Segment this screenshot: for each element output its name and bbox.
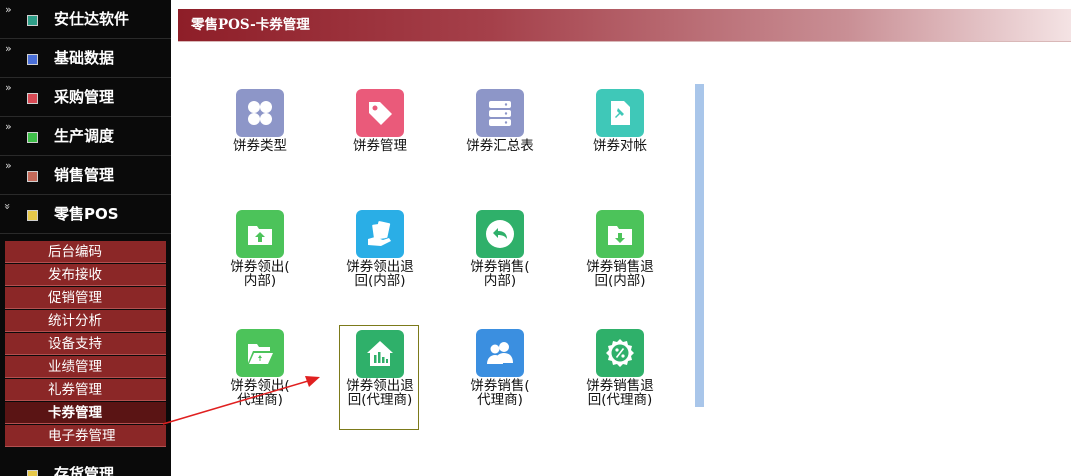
tile-label: 饼券类型 bbox=[233, 138, 287, 154]
tile-issue-agent[interactable]: 饼券领出( 代理商) bbox=[220, 326, 300, 430]
data-icon bbox=[27, 54, 38, 65]
chevron-down-icon: » bbox=[0, 203, 14, 210]
nav-group-label: 存货管理 bbox=[54, 465, 115, 476]
tile-issue-return-internal[interactable]: 饼券领出退 回(内部) bbox=[340, 207, 420, 311]
tile-sale-return-agent[interactable]: 饼券销售退 回(代理商) bbox=[580, 326, 660, 430]
tile-voucher-summary[interactable]: 饼券汇总表 bbox=[460, 86, 540, 190]
nav-group-basic-data[interactable]: » 基础数据 bbox=[0, 39, 171, 78]
nav-group-label: 零售POS bbox=[54, 205, 119, 223]
tile-label: 饼券对帐 bbox=[593, 138, 647, 154]
tile-voucher-type[interactable]: 饼券类型 bbox=[220, 86, 300, 190]
tile-sale-return-internal[interactable]: 饼券销售退 回(内部) bbox=[580, 207, 660, 311]
nav-group-purchase[interactable]: » 采购管理 bbox=[0, 78, 171, 117]
tile-label: 饼券领出( 内部) bbox=[230, 259, 290, 289]
tile-label: 饼券销售退 回(内部) bbox=[586, 259, 654, 289]
sidebar: » 安仕达软件 » 基础数据 » 采购管理 » 生产调度 » 销售管理 » 零售… bbox=[0, 0, 171, 476]
users-icon bbox=[476, 329, 524, 377]
folder-open-icon bbox=[236, 329, 284, 377]
nav-group-inventory[interactable]: 存货管理 bbox=[0, 462, 171, 476]
submenu-item-performance[interactable]: 业绩管理 bbox=[5, 356, 166, 378]
tile-issue-internal[interactable]: 饼券领出( 内部) bbox=[220, 207, 300, 311]
folder-download-icon bbox=[596, 210, 644, 258]
chevron-icon: » bbox=[5, 3, 12, 16]
nav-group-label: 销售管理 bbox=[54, 166, 115, 184]
nav-group-label: 采购管理 bbox=[54, 88, 115, 106]
tile-issue-return-agent[interactable]: 饼券领出退 回(代理商) bbox=[339, 325, 419, 430]
chevron-icon: » bbox=[5, 159, 12, 172]
nav-group-label: 安仕达软件 bbox=[54, 10, 130, 28]
tile-label: 饼券销售退 回(代理商) bbox=[586, 378, 654, 408]
tile-voucher-management[interactable]: 饼券管理 bbox=[340, 86, 420, 190]
folder-upload-icon bbox=[236, 210, 284, 258]
nav-group-company[interactable]: » 安仕达软件 bbox=[0, 0, 171, 39]
submenu-item-gift-voucher[interactable]: 礼券管理 bbox=[5, 379, 166, 401]
pos-icon bbox=[27, 210, 38, 221]
tickets-hand-icon bbox=[356, 210, 404, 258]
page-title: 零售POS-卡券管理 bbox=[191, 17, 310, 33]
tile-label: 饼券管理 bbox=[353, 138, 407, 154]
nav-group-sales[interactable]: » 销售管理 bbox=[0, 156, 171, 195]
tile-voucher-reconcile[interactable]: 饼券对帐 bbox=[580, 86, 660, 190]
submenu-item-backend-code[interactable]: 后台编码 bbox=[5, 241, 166, 263]
submenu-retail-pos: 后台编码 发布接收 促销管理 统计分析 设备支持 业绩管理 礼券管理 卡券管理 … bbox=[0, 240, 171, 447]
sales-icon bbox=[27, 171, 38, 182]
nav-group-production[interactable]: » 生产调度 bbox=[0, 117, 171, 156]
tile-label: 饼券领出( 代理商) bbox=[230, 378, 290, 408]
pinned-document-icon bbox=[596, 89, 644, 137]
undo-circle-icon bbox=[476, 210, 524, 258]
submenu-item-e-voucher[interactable]: 电子券管理 bbox=[5, 425, 166, 447]
header-divider bbox=[178, 41, 1071, 42]
tag-icon bbox=[356, 89, 404, 137]
submenu-item-publish-receive[interactable]: 发布接收 bbox=[5, 264, 166, 286]
tile-label: 饼券销售( 代理商) bbox=[470, 378, 530, 408]
chevron-icon: » bbox=[5, 42, 12, 55]
submenu-item-statistics[interactable]: 统计分析 bbox=[5, 310, 166, 332]
tile-sale-agent[interactable]: 饼券销售( 代理商) bbox=[460, 326, 540, 430]
nav-group-label: 基础数据 bbox=[54, 49, 115, 67]
content-scrollbar[interactable] bbox=[695, 84, 704, 407]
tile-sale-internal[interactable]: 饼券销售( 内部) bbox=[460, 207, 540, 311]
submenu-item-device-support[interactable]: 设备支持 bbox=[5, 333, 166, 355]
inventory-icon bbox=[27, 470, 38, 476]
chevron-icon: » bbox=[5, 81, 12, 94]
submenu-item-card-voucher[interactable]: 卡券管理 bbox=[5, 402, 166, 424]
tile-label: 饼券领出退 回(代理商) bbox=[346, 378, 414, 408]
tile-label: 饼券领出退 回(内部) bbox=[346, 259, 414, 289]
house-chart-icon bbox=[356, 330, 404, 378]
chevron-icon: » bbox=[5, 120, 12, 133]
production-icon bbox=[27, 132, 38, 143]
nav-group-label: 生产调度 bbox=[54, 127, 115, 145]
submenu-item-promotion[interactable]: 促销管理 bbox=[5, 287, 166, 309]
nav-group-retail-pos[interactable]: » 零售POS bbox=[0, 195, 171, 234]
tile-label: 饼券销售( 内部) bbox=[470, 259, 530, 289]
page-header: 零售POS-卡券管理 bbox=[178, 9, 1071, 41]
grid-four-icon bbox=[236, 89, 284, 137]
company-icon bbox=[27, 15, 38, 26]
tile-label: 饼券汇总表 bbox=[466, 138, 534, 154]
purchase-icon bbox=[27, 93, 38, 104]
percent-badge-icon bbox=[596, 329, 644, 377]
server-stack-icon bbox=[476, 89, 524, 137]
